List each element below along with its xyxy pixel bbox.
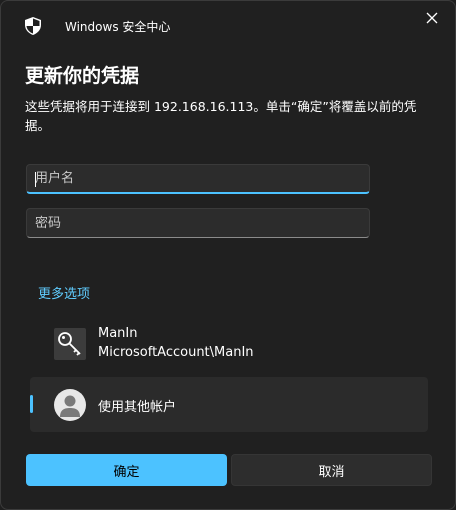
dialog-description: 这些凭据将用于连接到 192.168.16.113。单击“确定”将覆盖以前的凭据… bbox=[25, 99, 417, 133]
more-options-link[interactable]: 更多选项 bbox=[38, 283, 90, 302]
shield-icon bbox=[25, 17, 41, 35]
account-name: ManIn bbox=[98, 326, 138, 341]
close-icon[interactable] bbox=[423, 9, 441, 27]
username-input[interactable] bbox=[27, 165, 369, 192]
credential-dialog: Windows 安全中心 更新你的凭据 这些凭据将用于连接到 192.168.1… bbox=[0, 0, 456, 510]
cancel-button[interactable]: 取消 bbox=[231, 454, 432, 486]
app-title: Windows 安全中心 bbox=[65, 20, 171, 34]
selection-indicator bbox=[30, 395, 33, 413]
account-label: 使用其他帐户 bbox=[98, 400, 177, 415]
user-avatar-icon bbox=[54, 389, 86, 421]
title-bar: Windows 安全中心 bbox=[1, 1, 455, 49]
password-input[interactable] bbox=[27, 209, 369, 237]
password-field[interactable] bbox=[26, 208, 370, 238]
dialog-heading: 更新你的凭据 bbox=[25, 65, 140, 87]
account-item-other[interactable]: 使用其他帐户 bbox=[30, 377, 428, 432]
account-detail: MicrosoftAccount\ManIn bbox=[98, 345, 254, 360]
key-icon bbox=[54, 328, 86, 360]
username-field[interactable] bbox=[26, 164, 370, 194]
ok-button[interactable]: 确定 bbox=[26, 454, 227, 486]
account-item-manin[interactable]: ManIn MicrosoftAccount\ManIn bbox=[30, 319, 428, 369]
text-caret bbox=[35, 172, 36, 187]
